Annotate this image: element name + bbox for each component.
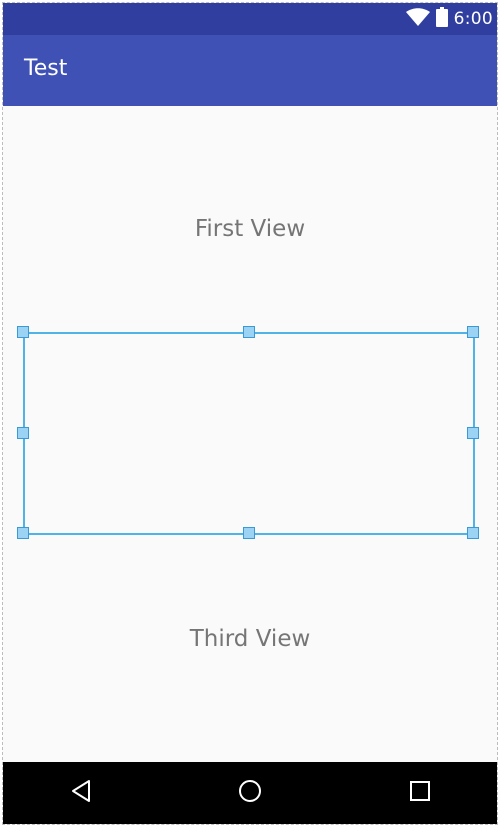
resize-handle-top[interactable] <box>243 326 255 338</box>
resize-handle-bottom[interactable] <box>243 527 255 539</box>
recents-button[interactable] <box>390 762 450 824</box>
home-icon <box>238 779 262 807</box>
resize-handle-bottom-right[interactable] <box>467 527 479 539</box>
navigation-bar <box>3 762 497 824</box>
resize-handle-right[interactable] <box>467 427 479 439</box>
back-button[interactable] <box>51 762 111 824</box>
resize-handle-bottom-left[interactable] <box>17 527 29 539</box>
back-icon <box>70 779 92 807</box>
resize-handle-top-left[interactable] <box>17 326 29 338</box>
wifi-icon <box>405 8 430 30</box>
third-view-text: Third View <box>189 626 311 652</box>
app-bar: Test <box>3 35 497 106</box>
battery-icon <box>435 7 448 31</box>
status-bar: 6:00 <box>3 3 497 35</box>
app-title: Test <box>24 56 68 81</box>
resize-handle-top-right[interactable] <box>467 326 479 338</box>
content-area: First View Third View <box>3 106 497 762</box>
recents-icon <box>409 780 431 806</box>
status-time: 6:00 <box>453 9 493 29</box>
home-button[interactable] <box>220 762 280 824</box>
status-icons: 6:00 <box>405 3 493 35</box>
first-view-text: First View <box>194 216 306 242</box>
resize-handle-left[interactable] <box>17 427 29 439</box>
selected-view-box[interactable] <box>17 326 479 539</box>
device-frame: 6:00 Test First View Third View <box>2 2 498 825</box>
